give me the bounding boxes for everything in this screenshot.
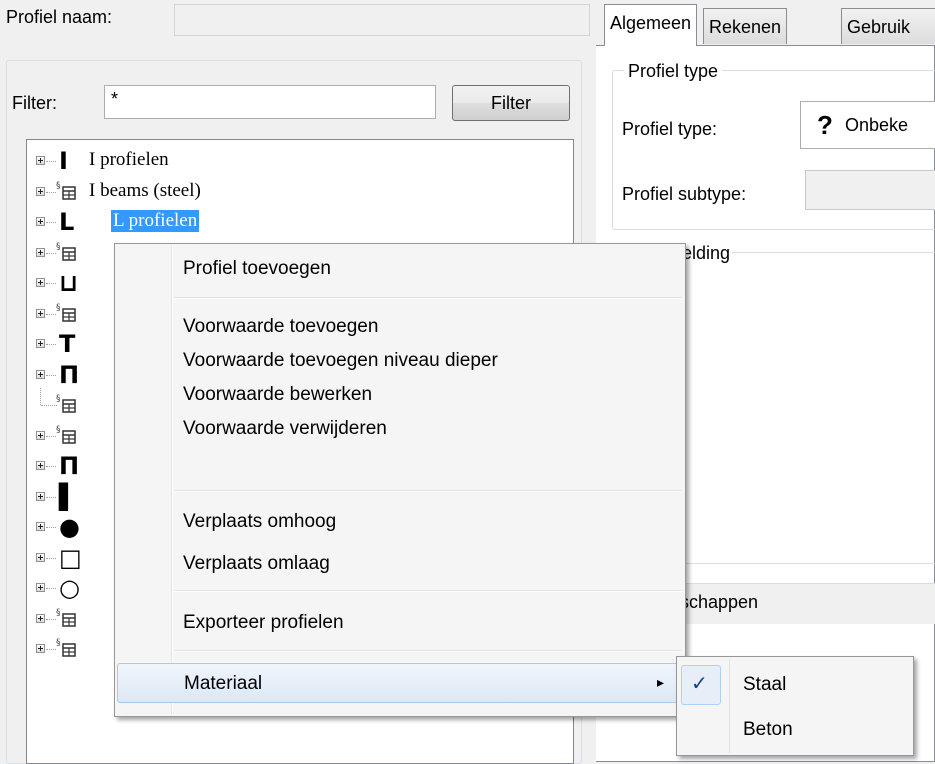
submenu-arrow-icon: ▸ [656,674,664,690]
expand-icon[interactable] [36,644,45,653]
expand-icon[interactable] [36,613,45,623]
hat-profile-icon: Π [59,452,80,480]
expand-icon[interactable] [36,491,45,501]
script-table-icon: § [55,424,79,452]
tree-item-label: I profielen [89,149,169,170]
expand-icon[interactable] [36,186,45,196]
menu-item-materiaal[interactable]: Materiaal ▸ [117,663,683,703]
svg-text:§: § [56,394,61,404]
expand-icon[interactable] [36,369,45,379]
tree-item-label: L profielen [111,210,200,232]
question-icon: ? [817,110,833,140]
image-group-title: elding [680,243,733,264]
tree-item-label: I beams (steel) [89,179,201,201]
U-channel-icon: ⊔ [59,269,79,297]
context-menu: Profiel toevoegen Voorwaarde toevoegen V… [114,243,686,717]
expand-icon[interactable] [36,278,45,287]
expand-icon[interactable] [36,339,45,348]
menu-item-profiel-toevoegen[interactable]: Profiel toevoegen [117,252,683,286]
menu-item-verplaats-omhoog[interactable]: Verplaats omhoog [117,505,683,539]
svg-text:§: § [56,303,61,313]
tab-algemeen[interactable]: Algemeen [604,4,698,46]
T-profile-icon: T [59,330,76,358]
profile-name-label: Profiel naam: [6,7,113,27]
expand-icon[interactable] [36,552,45,562]
profile-subtype-label: Profiel subtype: [622,184,747,204]
script-table-icon: § [55,637,79,665]
tab-rekenen[interactable]: Rekenen [703,8,788,44]
expand-icon[interactable] [36,461,45,470]
profile-subtype-select[interactable] [805,170,935,210]
expand-icon[interactable] [36,247,45,257]
svg-text:§: § [56,181,61,191]
profile-type-select[interactable]: ? Onbeke [800,101,935,149]
script-table-icon: § [55,607,79,635]
double-T-icon: Π [59,360,80,389]
menu-item-exporteer-profielen[interactable]: Exporteer profielen [117,606,683,640]
materiaal-submenu: ✓ Staal Beton [676,656,914,756]
profile-type-label: Profiel type: [622,119,718,139]
script-table-icon: § [55,241,79,269]
tree-item[interactable]: I I profielen [27,146,573,176]
properties-title: schappen [680,592,759,612]
L-angle-icon: L [59,208,75,236]
filter-input[interactable]: * [104,85,436,119]
svg-text:§: § [56,638,61,648]
tab-gebruik[interactable]: Gebruik [841,8,935,44]
tree-item[interactable]: L L profielen [27,207,573,237]
script-table-icon: § [55,180,79,208]
menu-item-voorwaarde-toevoegen-niveau-dieper[interactable]: Voorwaarde toevoegen niveau dieper [117,344,683,378]
expand-icon[interactable] [36,156,45,165]
expand-icon[interactable] [36,308,45,318]
filter-button[interactable]: Filter [452,85,570,121]
expand-icon[interactable] [36,522,45,531]
script-table-icon: § [55,393,79,421]
flat-bar-icon: ▌ [59,482,78,511]
round-tube-icon: ○ [59,574,80,602]
round-bar-icon: ● [59,513,80,541]
submenu-item-beton[interactable]: Beton [679,711,911,751]
svg-text:§: § [56,608,61,618]
menu-item-voorwaarde-toevoegen[interactable]: Voorwaarde toevoegen [117,310,683,344]
I-beam-icon: I [59,147,68,175]
profile-type-group-title: Profiel type [624,61,723,82]
expand-icon[interactable] [36,583,45,592]
expand-icon[interactable] [36,430,45,440]
menu-item-verplaats-omlaag[interactable]: Verplaats omlaag [117,547,683,581]
profile-name-input[interactable] [174,4,590,36]
svg-text:§: § [56,425,61,435]
tree-item[interactable]: § I beams (steel) [27,177,573,207]
submenu-item-staal[interactable]: Staal [679,665,911,705]
menu-item-voorwaarde-verwijderen[interactable]: Voorwaarde verwijderen [117,412,683,446]
svg-text:§: § [56,242,61,252]
rect-tube-icon: □ [59,543,82,572]
script-table-icon: § [55,302,79,330]
menu-item-voorwaarde-bewerken[interactable]: Voorwaarde bewerken [117,378,683,412]
expand-icon[interactable] [36,217,45,226]
filter-label: Filter: [12,93,57,113]
